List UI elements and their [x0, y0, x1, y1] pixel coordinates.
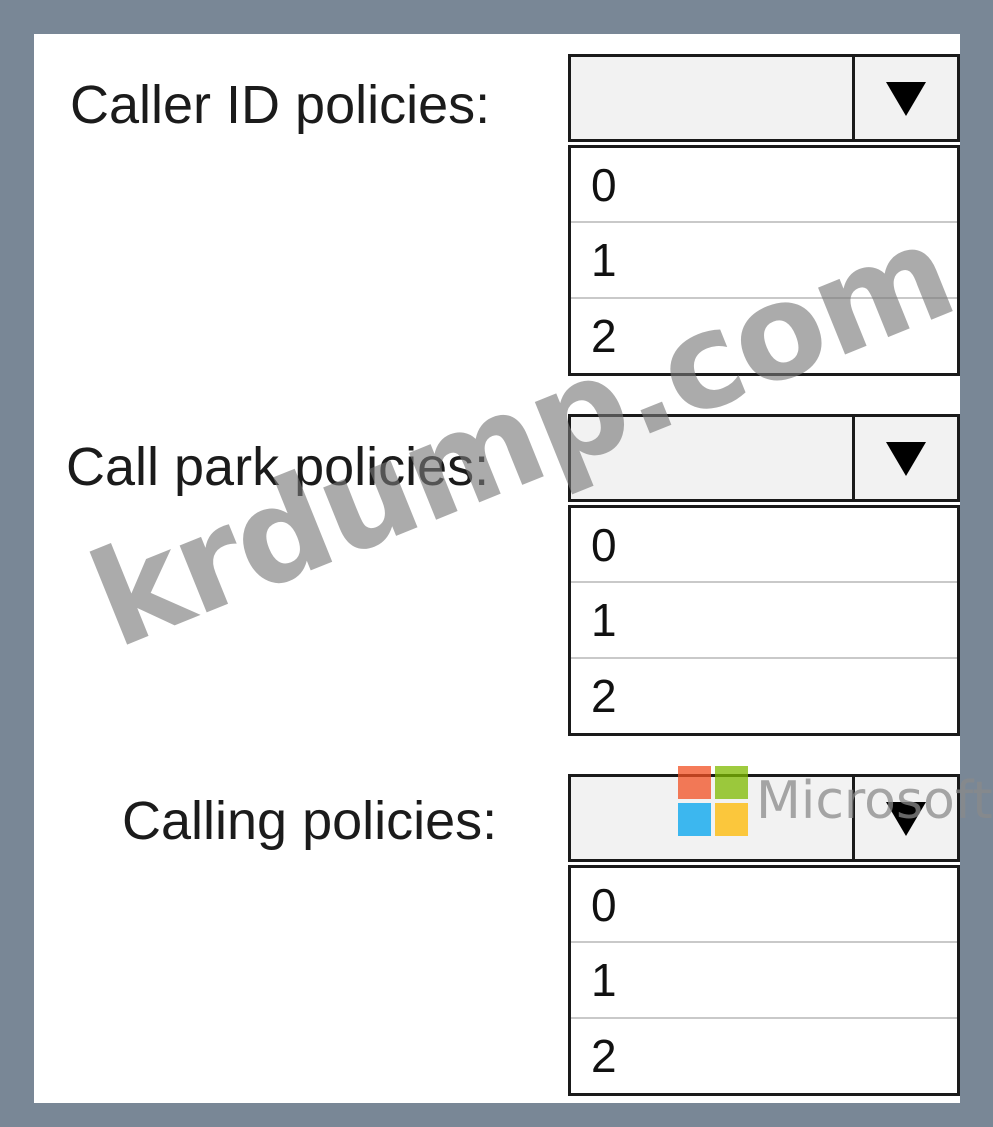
triangle-down-icon	[886, 442, 926, 476]
calling-policies-select[interactable]	[568, 774, 960, 862]
caller-id-policies-select[interactable]	[568, 54, 960, 142]
calling-policies-options: 0 1 2	[568, 865, 960, 1096]
option-caller-id-0[interactable]: 0	[571, 145, 957, 221]
call-park-policies-dropdown[interactable]: 0 1 2	[568, 414, 960, 736]
caller-id-policies-options: 0 1 2	[568, 145, 960, 376]
call-park-policies-select[interactable]	[568, 414, 960, 502]
call-park-policies-label: Call park policies:	[66, 437, 490, 497]
call-park-policies-options: 0 1 2	[568, 505, 960, 736]
calling-policies-label: Calling policies:	[122, 791, 498, 851]
caller-id-policies-label: Caller ID policies:	[70, 75, 491, 135]
option-calling-1[interactable]: 1	[571, 941, 957, 1017]
answer-panel: Caller ID policies: 0 1 2 Call park poli…	[34, 34, 960, 1103]
caller-id-policies-dropdown-button[interactable]	[852, 57, 957, 139]
option-caller-id-1[interactable]: 1	[571, 221, 957, 297]
option-calling-2[interactable]: 2	[571, 1017, 957, 1093]
option-call-park-0[interactable]: 0	[571, 505, 957, 581]
triangle-down-icon	[886, 82, 926, 116]
option-call-park-1[interactable]: 1	[571, 581, 957, 657]
call-park-policies-dropdown-button[interactable]	[852, 417, 957, 499]
caller-id-policies-dropdown[interactable]: 0 1 2	[568, 54, 960, 376]
option-calling-0[interactable]: 0	[571, 865, 957, 941]
calling-policies-dropdown[interactable]: 0 1 2	[568, 774, 960, 1096]
option-caller-id-2[interactable]: 2	[571, 297, 957, 373]
option-call-park-2[interactable]: 2	[571, 657, 957, 733]
triangle-down-icon	[886, 802, 926, 836]
calling-policies-dropdown-button[interactable]	[852, 777, 957, 859]
